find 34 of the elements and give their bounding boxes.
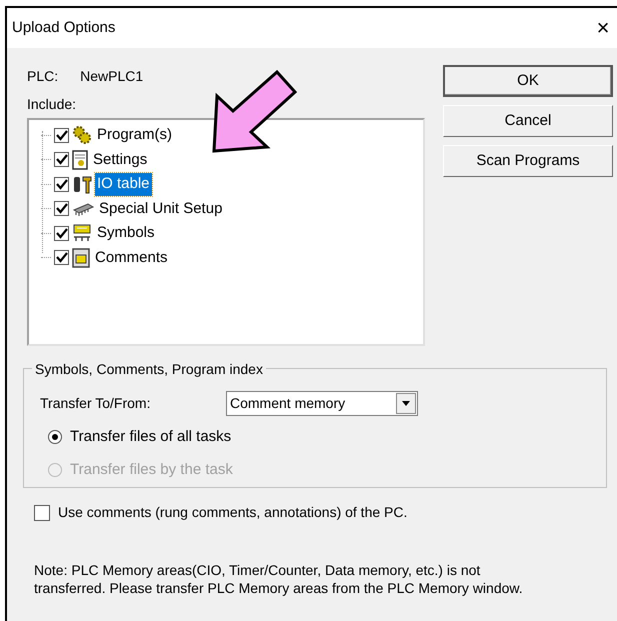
tree-item[interactable]: Symbols xyxy=(95,222,157,244)
tree-item[interactable]: Comments xyxy=(93,246,170,269)
connector-icon xyxy=(72,174,92,194)
plc-label: PLC: xyxy=(27,66,58,86)
dialog-button[interactable]: Cancel xyxy=(443,105,613,137)
use-comments-label: Use comments (rung comments, annotations) of the PC. xyxy=(58,503,408,522)
checkbox[interactable] xyxy=(54,250,69,266)
checkbox[interactable] xyxy=(54,201,69,216)
tree-item[interactable]: Program(s) xyxy=(95,124,174,146)
gear-icon xyxy=(72,125,92,146)
checkbox[interactable] xyxy=(54,128,69,143)
checkbox[interactable] xyxy=(34,504,50,520)
transfer-dropdown[interactable]: Comment memory xyxy=(226,391,418,416)
document-icon xyxy=(72,150,88,170)
close-button[interactable]: × xyxy=(591,17,615,39)
checkbox[interactable] xyxy=(54,152,69,168)
tree-item[interactable]: Special Unit Setup xyxy=(97,198,224,220)
window-title: Upload Options xyxy=(12,18,116,38)
symbol-list-icon xyxy=(72,223,92,244)
chip-icon xyxy=(72,200,94,217)
checkbox[interactable] xyxy=(54,226,69,241)
transfer-label: Transfer To/From: xyxy=(40,394,152,413)
checkbox[interactable] xyxy=(54,176,69,192)
folder-icon xyxy=(72,248,90,268)
radio-label: Transfer files by the task xyxy=(70,460,233,480)
dialog-button[interactable]: Scan Programs xyxy=(443,145,613,177)
tree-item[interactable]: Settings xyxy=(91,148,150,171)
radio-button[interactable] xyxy=(48,430,62,444)
plc-name: NewPLC1 xyxy=(80,66,144,86)
note-text: Note: PLC Memory areas(CIO, Timer/Counter, Data memory, etc.) is not transferred. Please transfer PLC Memory areas from the PLC Memory window. xyxy=(34,561,524,597)
tree-item[interactable]: IO table xyxy=(95,173,152,196)
radio-label: Transfer files of all tasks xyxy=(70,427,232,447)
include-label: Include: xyxy=(27,95,78,114)
dialog-button[interactable]: OK xyxy=(443,65,613,97)
